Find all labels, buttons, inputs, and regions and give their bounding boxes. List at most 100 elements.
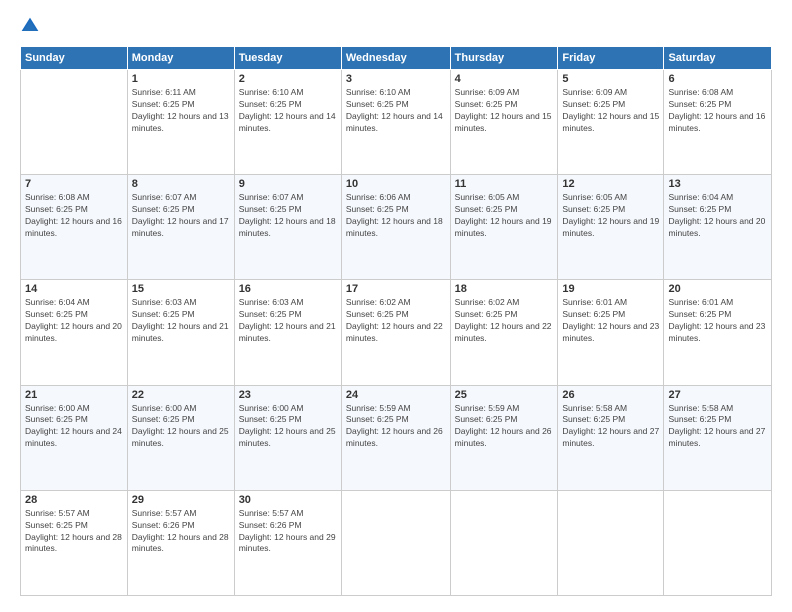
calendar-cell: 29 Sunrise: 5:57 AM Sunset: 6:26 PM Dayli…: [127, 490, 234, 595]
cell-content: Sunrise: 5:57 AM Sunset: 6:26 PM Dayligh…: [132, 508, 230, 556]
calendar-cell: 5 Sunrise: 6:09 AM Sunset: 6:25 PM Daylig…: [558, 70, 664, 175]
cell-content: Sunrise: 6:07 AM Sunset: 6:25 PM Dayligh…: [239, 192, 337, 240]
calendar-cell: 12 Sunrise: 6:05 AM Sunset: 6:25 PM Dayli…: [558, 175, 664, 280]
calendar-cell: 10Sunrise: 6:06 AM Sunset: 6:25 PM Dayli…: [341, 175, 450, 280]
calendar-cell: 3 Sunrise: 6:10 AM Sunset: 6:25 PM Daylig…: [341, 70, 450, 175]
cell-content: Sunrise: 6:06 AM Sunset: 6:25 PM Dayligh…: [346, 192, 446, 240]
calendar-cell: 23 Sunrise: 6:00 AM Sunset: 6:25 PM Dayli…: [234, 385, 341, 490]
day-number: 4: [455, 73, 554, 85]
calendar-cell: 22 Sunrise: 6:00 AM Sunset: 6:25 PM Dayli…: [127, 385, 234, 490]
day-number: 15: [132, 283, 230, 295]
calendar-cell: 27Sunrise: 5:58 AM Sunset: 6:25 PM Dayli…: [664, 385, 772, 490]
weekday-wednesday: Wednesday: [341, 47, 450, 70]
logo: [20, 16, 44, 36]
calendar-cell: 11 Sunrise: 6:05 AM Sunset: 6:25 PM Dayli…: [450, 175, 558, 280]
day-number: 14: [25, 283, 123, 295]
calendar-cell: 2 Sunrise: 6:10 AM Sunset: 6:25 PM Daylig…: [234, 70, 341, 175]
day-number: 26: [562, 389, 659, 401]
calendar-cell: 6 Sunrise: 6:08 AM Sunset: 6:25 PM Daylig…: [664, 70, 772, 175]
calendar-cell: 7 Sunrise: 6:08 AM Sunset: 6:25 PM Daylig…: [21, 175, 128, 280]
calendar-cell: [21, 70, 128, 175]
cell-content: Sunrise: 5:57 AM Sunset: 6:26 PM Dayligh…: [239, 508, 337, 556]
day-number: 13: [668, 178, 767, 190]
calendar-cell: 14 Sunrise: 6:04 AM Sunset: 6:25 PM Dayli…: [21, 280, 128, 385]
cell-content: Sunrise: 6:00 AM Sunset: 6:25 PM Dayligh…: [132, 403, 230, 451]
day-number: 22: [132, 389, 230, 401]
calendar-cell: 28 Sunrise: 5:57 AM Sunset: 6:25 PM Dayli…: [21, 490, 128, 595]
calendar-cell: 25 Sunrise: 5:59 AM Sunset: 6:25 PM Dayli…: [450, 385, 558, 490]
day-number: 3: [346, 73, 446, 85]
page: SundayMondayTuesdayWednesdayThursdayFrid…: [0, 0, 792, 612]
day-number: 6: [668, 73, 767, 85]
calendar-table: SundayMondayTuesdayWednesdayThursdayFrid…: [20, 46, 772, 596]
weekday-tuesday: Tuesday: [234, 47, 341, 70]
week-row-4: 28 Sunrise: 5:57 AM Sunset: 6:25 PM Dayli…: [21, 490, 772, 595]
day-number: 16: [239, 283, 337, 295]
calendar-cell: [558, 490, 664, 595]
cell-content: Sunrise: 6:03 AM Sunset: 6:25 PM Dayligh…: [132, 297, 230, 345]
calendar-cell: 1Sunrise: 6:11 AM Sunset: 6:25 PM Daylig…: [127, 70, 234, 175]
cell-content: Sunrise: 6:02 AM Sunset: 6:25 PM Dayligh…: [346, 297, 446, 345]
cell-content: Sunrise: 5:59 AM Sunset: 6:25 PM Dayligh…: [455, 403, 554, 451]
day-number: 29: [132, 494, 230, 506]
cell-content: Sunrise: 6:08 AM Sunset: 6:25 PM Dayligh…: [25, 192, 123, 240]
weekday-thursday: Thursday: [450, 47, 558, 70]
cell-content: Sunrise: 6:03 AM Sunset: 6:25 PM Dayligh…: [239, 297, 337, 345]
cell-content: Sunrise: 5:57 AM Sunset: 6:25 PM Dayligh…: [25, 508, 123, 556]
calendar-cell: 20Sunrise: 6:01 AM Sunset: 6:25 PM Dayli…: [664, 280, 772, 385]
day-number: 17: [346, 283, 446, 295]
weekday-header-row: SundayMondayTuesdayWednesdayThursdayFrid…: [21, 47, 772, 70]
day-number: 5: [562, 73, 659, 85]
weekday-sunday: Sunday: [21, 47, 128, 70]
day-number: 2: [239, 73, 337, 85]
day-number: 24: [346, 389, 446, 401]
weekday-saturday: Saturday: [664, 47, 772, 70]
calendar-cell: [341, 490, 450, 595]
calendar-cell: [664, 490, 772, 595]
calendar-cell: 19Sunrise: 6:01 AM Sunset: 6:25 PM Dayli…: [558, 280, 664, 385]
day-number: 27: [668, 389, 767, 401]
header: [20, 16, 772, 36]
calendar-cell: 17 Sunrise: 6:02 AM Sunset: 6:25 PM Dayli…: [341, 280, 450, 385]
cell-content: Sunrise: 6:09 AM Sunset: 6:25 PM Dayligh…: [562, 87, 659, 135]
calendar-cell: [450, 490, 558, 595]
day-number: 23: [239, 389, 337, 401]
cell-content: Sunrise: 6:10 AM Sunset: 6:25 PM Dayligh…: [346, 87, 446, 135]
cell-content: Sunrise: 6:08 AM Sunset: 6:25 PM Dayligh…: [668, 87, 767, 135]
calendar-cell: 24Sunrise: 5:59 AM Sunset: 6:25 PM Dayli…: [341, 385, 450, 490]
week-row-2: 14 Sunrise: 6:04 AM Sunset: 6:25 PM Dayli…: [21, 280, 772, 385]
cell-content: Sunrise: 6:00 AM Sunset: 6:25 PM Dayligh…: [25, 403, 123, 451]
week-row-1: 7 Sunrise: 6:08 AM Sunset: 6:25 PM Daylig…: [21, 175, 772, 280]
cell-content: Sunrise: 6:02 AM Sunset: 6:25 PM Dayligh…: [455, 297, 554, 345]
calendar-cell: 18 Sunrise: 6:02 AM Sunset: 6:25 PM Dayli…: [450, 280, 558, 385]
cell-content: Sunrise: 6:10 AM Sunset: 6:25 PM Dayligh…: [239, 87, 337, 135]
calendar-cell: 8 Sunrise: 6:07 AM Sunset: 6:25 PM Daylig…: [127, 175, 234, 280]
calendar-cell: 9 Sunrise: 6:07 AM Sunset: 6:25 PM Daylig…: [234, 175, 341, 280]
weekday-friday: Friday: [558, 47, 664, 70]
day-number: 25: [455, 389, 554, 401]
day-number: 1: [132, 73, 230, 85]
calendar-cell: 30 Sunrise: 5:57 AM Sunset: 6:26 PM Dayli…: [234, 490, 341, 595]
day-number: 7: [25, 178, 123, 190]
calendar-cell: 4Sunrise: 6:09 AM Sunset: 6:25 PM Daylig…: [450, 70, 558, 175]
calendar-cell: 15 Sunrise: 6:03 AM Sunset: 6:25 PM Dayli…: [127, 280, 234, 385]
day-number: 11: [455, 178, 554, 190]
week-row-3: 21 Sunrise: 6:00 AM Sunset: 6:25 PM Dayli…: [21, 385, 772, 490]
calendar-cell: 16 Sunrise: 6:03 AM Sunset: 6:25 PM Dayli…: [234, 280, 341, 385]
day-number: 30: [239, 494, 337, 506]
day-number: 12: [562, 178, 659, 190]
cell-content: Sunrise: 6:00 AM Sunset: 6:25 PM Dayligh…: [239, 403, 337, 451]
day-number: 18: [455, 283, 554, 295]
day-number: 28: [25, 494, 123, 506]
day-number: 21: [25, 389, 123, 401]
cell-content: Sunrise: 6:04 AM Sunset: 6:25 PM Dayligh…: [25, 297, 123, 345]
day-number: 9: [239, 178, 337, 190]
cell-content: Sunrise: 6:05 AM Sunset: 6:25 PM Dayligh…: [562, 192, 659, 240]
cell-content: Sunrise: 6:07 AM Sunset: 6:25 PM Dayligh…: [132, 192, 230, 240]
cell-content: Sunrise: 6:05 AM Sunset: 6:25 PM Dayligh…: [455, 192, 554, 240]
cell-content: Sunrise: 6:04 AM Sunset: 6:25 PM Dayligh…: [668, 192, 767, 240]
day-number: 20: [668, 283, 767, 295]
cell-content: Sunrise: 5:58 AM Sunset: 6:25 PM Dayligh…: [562, 403, 659, 451]
logo-icon: [20, 16, 40, 36]
day-number: 8: [132, 178, 230, 190]
